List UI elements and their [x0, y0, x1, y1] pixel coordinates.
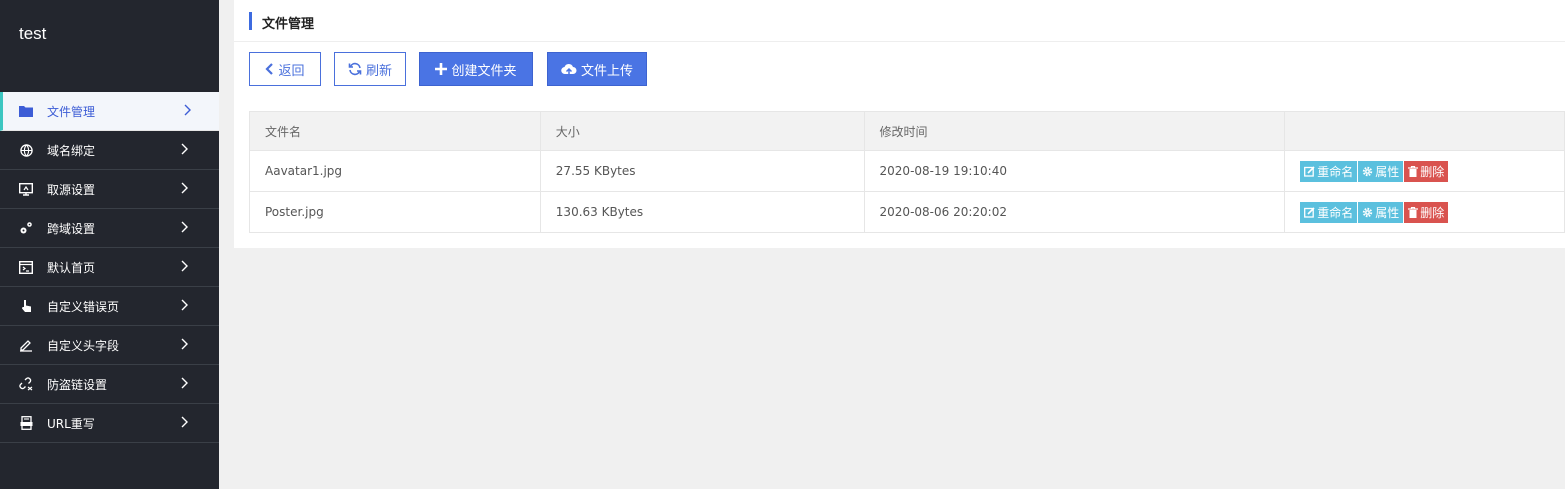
- actions-cell: 重命名 属性 删除: [1284, 191, 1565, 233]
- sidebar-item-cors-settings[interactable]: 跨域设置: [0, 209, 219, 248]
- gear-icon: [1363, 166, 1373, 176]
- sidebar-item-label: 跨域设置: [47, 221, 96, 236]
- file-name-cell: Poster.jpg: [249, 191, 541, 233]
- properties-button-label: 属性: [1375, 164, 1400, 179]
- chevron-right-icon: [181, 338, 188, 350]
- chevron-right-icon: [181, 221, 188, 233]
- chevron-right-icon: [181, 260, 188, 272]
- upload-file-button-label: 文件上传: [580, 63, 633, 79]
- upload-file-button[interactable]: 文件上传: [547, 52, 647, 86]
- document-icon: [19, 416, 33, 430]
- rename-button-label: 重命名: [1317, 205, 1354, 220]
- folder-icon: [19, 104, 33, 118]
- globe-icon: [19, 143, 33, 157]
- sidebar-item-default-homepage[interactable]: 默认首页: [0, 248, 219, 287]
- refresh-button-label: 刷新: [365, 63, 392, 79]
- delete-button-label: 删除: [1420, 205, 1445, 220]
- table-row: Poster.jpg 130.63 KBytes 2020-08-06 20:2…: [249, 191, 1565, 233]
- file-management-panel: 文件管理 返回 刷新 创建文件夹 文件上传 文件名 大小 修改时间 Aavata…: [234, 0, 1565, 248]
- broken-link-icon: [19, 377, 33, 391]
- table-row: Aavatar1.jpg 27.55 KBytes 2020-08-19 19:…: [249, 150, 1565, 192]
- rename-button[interactable]: 重命名: [1300, 160, 1358, 182]
- delete-button-label: 删除: [1420, 164, 1445, 179]
- column-header-actions: [1284, 111, 1565, 151]
- properties-button[interactable]: 属性: [1358, 201, 1404, 223]
- sidebar-menu: 文件管理 域名绑定 取源设置 跨域设置 默认首页 自定义错误页 自定义头字段 防…: [0, 92, 219, 443]
- chevron-right-icon: [181, 299, 188, 311]
- site-title: test: [19, 24, 47, 43]
- chevron-right-icon: [181, 377, 188, 389]
- chevron-right-icon: [184, 104, 191, 116]
- sidebar-item-url-rewrite[interactable]: URL重写: [0, 404, 219, 443]
- column-header-modified-time: 修改时间: [863, 111, 1286, 151]
- homepage-icon: [19, 260, 33, 274]
- panel-header: 文件管理: [234, 0, 1565, 42]
- trash-icon: [1408, 206, 1419, 218]
- properties-button[interactable]: 属性: [1358, 160, 1404, 182]
- plus-icon: [435, 63, 448, 75]
- rename-button[interactable]: 重命名: [1300, 201, 1358, 223]
- chevron-right-icon: [181, 416, 188, 428]
- gear-icon: [1363, 207, 1373, 217]
- page-title: 文件管理: [262, 17, 315, 32]
- pointer-hand-icon: [19, 299, 33, 313]
- file-name-cell: Aavatar1.jpg: [249, 150, 541, 192]
- chevron-right-icon: [181, 143, 188, 155]
- title-accent-bar: [249, 12, 252, 30]
- sidebar-item-label: 取源设置: [47, 182, 96, 197]
- file-size-cell: 130.63 KBytes: [539, 191, 865, 233]
- pen-icon: [19, 338, 33, 352]
- file-mtime-cell: 2020-08-19 19:10:40: [863, 150, 1286, 192]
- sidebar-item-label: 域名绑定: [47, 143, 96, 158]
- sidebar-item-label: URL重写: [47, 416, 95, 431]
- delete-button[interactable]: 删除: [1404, 160, 1449, 182]
- create-folder-button-label: 创建文件夹: [451, 63, 517, 79]
- sidebar-item-label: 文件管理: [47, 104, 96, 119]
- edit-icon: [1304, 206, 1315, 218]
- sidebar-item-label: 防盗链设置: [47, 377, 108, 392]
- cloud-upload-icon: [561, 63, 577, 76]
- chevron-right-icon: [181, 182, 188, 194]
- back-button-label: 返回: [278, 63, 305, 79]
- create-folder-button[interactable]: 创建文件夹: [419, 52, 533, 86]
- column-header-name: 文件名: [249, 111, 541, 151]
- sidebar-item-source-settings[interactable]: 取源设置: [0, 170, 219, 209]
- sidebar-item-label: 自定义错误页: [47, 299, 120, 314]
- file-size-cell: 27.55 KBytes: [539, 150, 865, 192]
- refresh-button[interactable]: 刷新: [334, 52, 406, 86]
- file-mtime-cell: 2020-08-06 20:20:02: [863, 191, 1286, 233]
- file-table: 文件名 大小 修改时间 Aavatar1.jpg 27.55 KBytes 20…: [249, 111, 1565, 233]
- gears-icon: [19, 221, 33, 235]
- chevron-left-icon: [265, 63, 274, 75]
- rename-button-label: 重命名: [1317, 164, 1354, 179]
- sidebar-item-label: 自定义头字段: [47, 338, 120, 353]
- refresh-icon: [348, 62, 362, 76]
- actions-cell: 重命名 属性 删除: [1284, 150, 1565, 192]
- trash-icon: [1408, 165, 1419, 177]
- sidebar-item-file-management[interactable]: 文件管理: [0, 92, 219, 131]
- sidebar-item-domain-binding[interactable]: 域名绑定: [0, 131, 219, 170]
- sidebar: test 文件管理 域名绑定 取源设置 跨域设置 默认首页 自定义错误页 自定义…: [0, 0, 219, 489]
- source-icon: [19, 182, 33, 196]
- column-header-size: 大小: [539, 111, 865, 151]
- sidebar-item-custom-error-page[interactable]: 自定义错误页: [0, 287, 219, 326]
- delete-button[interactable]: 删除: [1404, 201, 1449, 223]
- table-header-row: 文件名 大小 修改时间: [249, 111, 1565, 151]
- properties-button-label: 属性: [1375, 205, 1400, 220]
- back-button[interactable]: 返回: [249, 52, 321, 86]
- sidebar-item-label: 默认首页: [47, 260, 96, 275]
- sidebar-item-hotlink-protection[interactable]: 防盗链设置: [0, 365, 219, 404]
- edit-icon: [1304, 165, 1315, 177]
- sidebar-item-custom-header-fields[interactable]: 自定义头字段: [0, 326, 219, 365]
